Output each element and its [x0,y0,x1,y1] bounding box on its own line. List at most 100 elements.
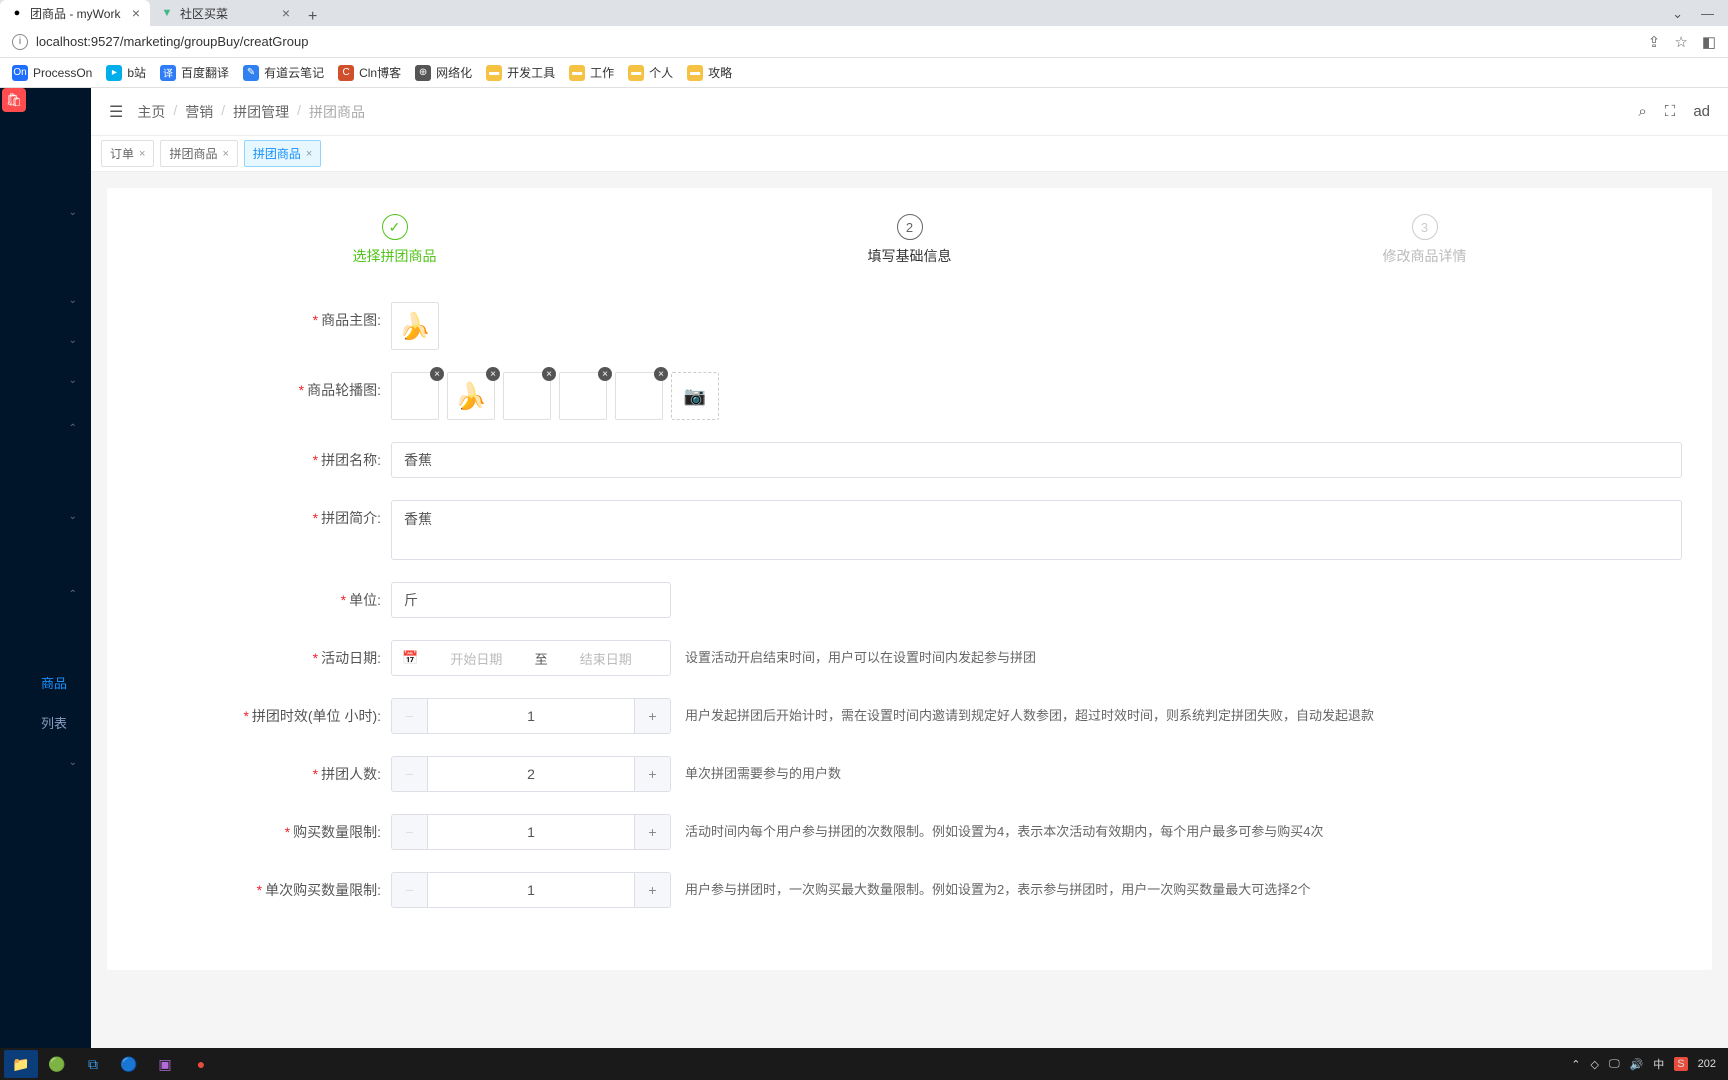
bookmark-item[interactable]: ▬攻略 [687,64,732,81]
bookmark-item[interactable]: ▸b站 [106,64,146,81]
taskbar-chrome[interactable]: 🔵 [112,1050,146,1078]
add-image-button[interactable]: 📷 [671,372,719,420]
page-tab[interactable]: 拼团商品× [160,140,237,167]
taskbar-vscode[interactable]: ⧉ [76,1050,110,1078]
intro-textarea[interactable] [391,500,1682,560]
carousel-image[interactable]: 🍌× [447,372,495,420]
taskbar-app[interactable]: 🟢 [40,1050,74,1078]
minus-button[interactable]: − [392,757,428,791]
tray-icon[interactable]: ⌃ [1571,1058,1580,1071]
close-icon[interactable]: × [139,148,145,160]
address-bar: i localhost:9527/marketing/groupBuy/crea… [0,26,1728,58]
plus-button[interactable]: + [634,815,670,849]
app-logo[interactable]: 🛍 [2,88,26,112]
bookmark-item[interactable]: ▬开发工具 [486,64,555,81]
single-limit-stepper[interactable]: − 1 + [391,872,671,908]
chevron-down-icon[interactable]: ⌄ [1672,6,1683,22]
chevron-up-icon: ⌃ [69,423,77,434]
tray-icon[interactable]: 🖵 [1609,1058,1620,1071]
tray-date[interactable]: 202 [1698,1058,1716,1070]
sidebar-item[interactable]: ⌄ [0,496,91,536]
carousel-image[interactable]: × [559,372,607,420]
sidebar-item[interactable]: ⌄ [0,192,91,232]
bookmark-icon: ▸ [106,65,122,81]
plus-button[interactable]: + [634,757,670,791]
bookmark-item[interactable]: OnProcessOn [12,65,92,81]
ext-icon[interactable]: ◧ [1702,33,1716,51]
sidebar-item[interactable]: ⌄ [0,360,91,400]
bookmark-item[interactable]: ✎有道云笔记 [243,64,324,81]
plus-button[interactable]: + [634,873,670,907]
browser-tab[interactable]: ▼ 社区买菜 × [150,0,300,26]
bookmark-item[interactable]: ▬工作 [569,64,614,81]
people-stepper[interactable]: − 2 + [391,756,671,792]
browser-tab-active[interactable]: ● 团商品 - myWork × [0,0,150,26]
sidebar-item[interactable]: ⌄ [0,280,91,320]
label-date: 活动日期: [321,650,381,666]
new-tab-button[interactable]: + [300,8,325,26]
buy-limit-stepper[interactable]: − 1 + [391,814,671,850]
url-text[interactable]: localhost:9527/marketing/groupBuy/creatG… [36,34,1640,49]
browser-tab-bar: ● 团商品 - myWork × ▼ 社区买菜 × + ⌄ — [0,0,1728,26]
minus-button[interactable]: − [392,873,428,907]
tray-ime[interactable]: 中 [1653,1056,1664,1072]
sidebar-item[interactable]: ⌃ [0,574,91,614]
sidebar-item[interactable]: ⌄ [0,320,91,360]
carousel-image[interactable]: × [391,372,439,420]
label-carousel: 商品轮播图: [307,382,381,398]
sidebar-item-product[interactable]: 商品 [0,662,91,702]
bookmark-item[interactable]: CCln博客 [338,64,401,81]
fullscreen-icon[interactable]: ⛶ [1665,103,1676,120]
delete-icon[interactable]: × [654,367,668,381]
tray-icon[interactable]: 🔊 [1630,1058,1644,1071]
minus-button[interactable]: − [392,699,428,733]
crumb[interactable]: 主页 [137,102,165,122]
delete-icon[interactable]: × [430,367,444,381]
sidebar-item-list[interactable]: 列表 [0,702,91,742]
site-info-icon[interactable]: i [12,34,28,50]
page-tab-active[interactable]: 拼团商品× [244,140,321,167]
bookmark-item[interactable]: 译百度翻译 [160,64,229,81]
user-name[interactable]: ad [1693,103,1710,120]
delete-icon[interactable]: × [598,367,612,381]
taskbar-file-explorer[interactable]: 📁 [4,1050,38,1078]
sidebar-item[interactable]: ⌄ [0,742,91,782]
calendar-icon: 📅 [402,650,418,666]
system-tray[interactable]: ⌃ ◇ 🖵 🔊 中 S 202 [1571,1056,1724,1072]
star-icon[interactable]: ☆ [1674,33,1687,51]
minus-button[interactable]: − [392,815,428,849]
timeout-stepper[interactable]: − 1 + [391,698,671,734]
name-input[interactable] [391,442,1682,478]
menu-collapse-icon[interactable]: ☰ [109,102,123,122]
minimize-icon[interactable]: — [1701,6,1714,22]
page-tab[interactable]: 订单× [101,140,154,167]
delete-icon[interactable]: × [486,367,500,381]
bookmark-item[interactable]: ⊕网络化 [415,64,472,81]
plus-button[interactable]: + [634,699,670,733]
search-icon[interactable]: ⌕ [1638,103,1646,120]
tab-favicon: ● [10,6,24,20]
sidebar-item[interactable]: ⌃ [0,408,91,448]
share-icon[interactable]: ⇪ [1648,33,1661,51]
bookmark-item[interactable]: ▬个人 [628,64,673,81]
date-range-picker[interactable]: 📅 开始日期 至 结束日期 [391,640,671,676]
taskbar-record[interactable]: ● [184,1050,218,1078]
main-image[interactable]: 🍌 [391,302,439,350]
close-icon[interactable]: × [306,148,312,160]
chevron-down-icon: ⌄ [69,511,77,522]
tray-icon[interactable]: ◇ [1591,1058,1599,1071]
carousel-image[interactable]: × [615,372,663,420]
unit-input[interactable] [391,582,671,618]
crumb[interactable]: 拼团管理 [233,102,289,122]
taskbar-app[interactable]: ▣ [148,1050,182,1078]
folder-icon: ▬ [687,65,703,81]
label-name: 拼团名称: [321,452,381,468]
carousel-image[interactable]: × [503,372,551,420]
tab-close-icon[interactable]: × [282,5,290,21]
crumb[interactable]: 营销 [185,102,213,122]
tray-icon[interactable]: S [1674,1057,1687,1071]
close-icon[interactable]: × [222,148,228,160]
delete-icon[interactable]: × [542,367,556,381]
folder-icon: ▬ [486,65,502,81]
tab-close-icon[interactable]: × [132,5,140,21]
